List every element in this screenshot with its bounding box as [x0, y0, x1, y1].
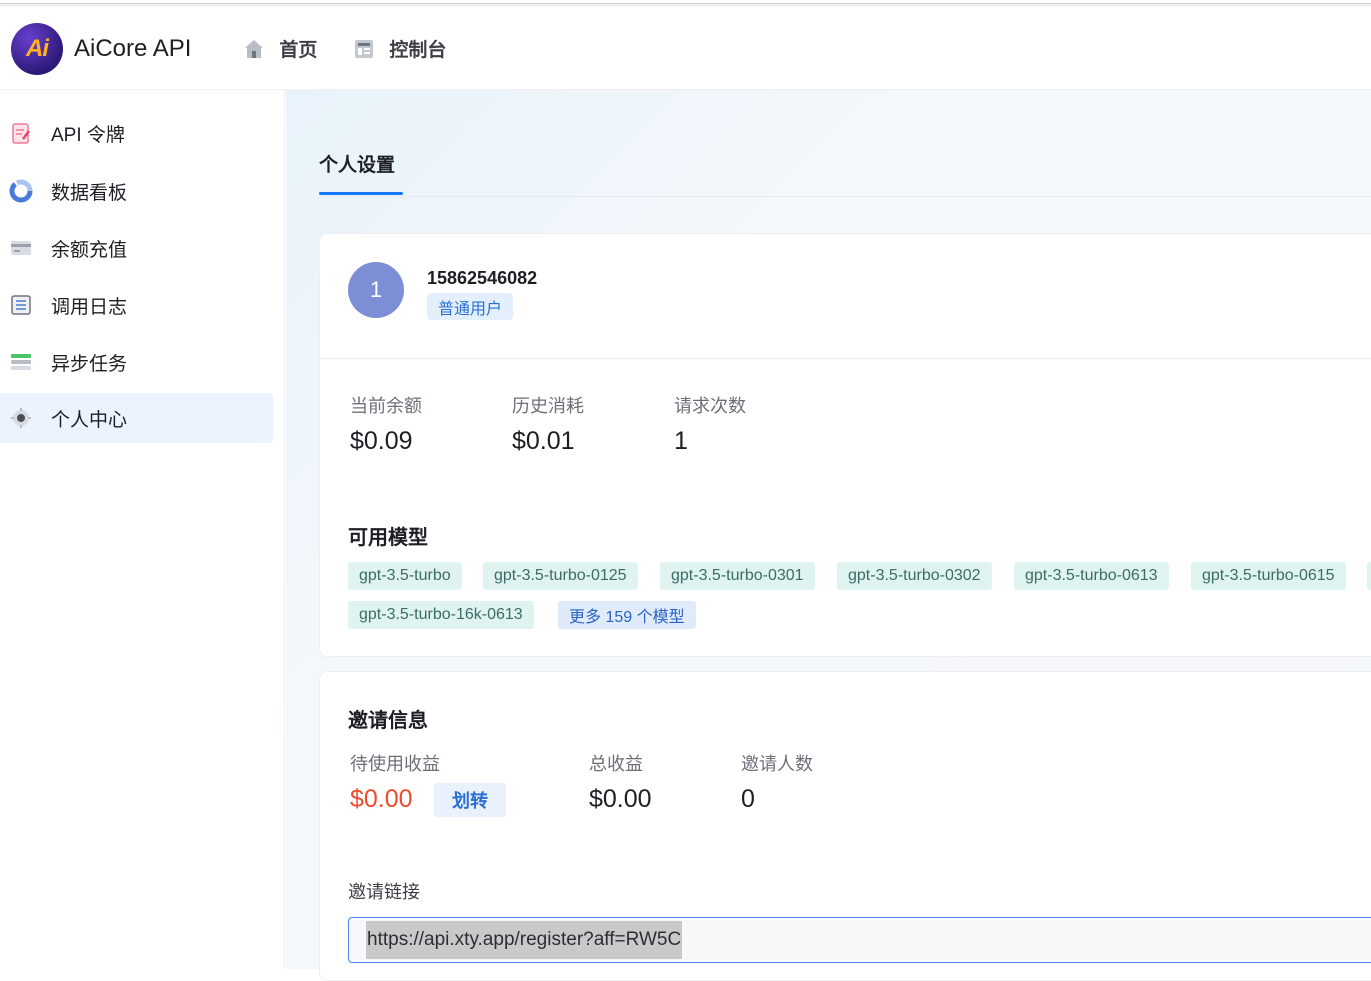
- nav-console[interactable]: 控制台: [351, 35, 446, 62]
- sidebar-item-label: 调用日志: [51, 296, 128, 318]
- tab-personal-settings[interactable]: 个人设置: [319, 150, 395, 177]
- invite-card: 邀请信息 待使用收益 $0.00 划转 总收益 $0.00 邀请人数 0 邀请链…: [319, 671, 1371, 981]
- nav-console-label: 控制台: [389, 40, 447, 61]
- log-icon: [8, 292, 34, 318]
- sidebar-item-label: 数据看板: [51, 182, 128, 204]
- role-badge: 普通用户: [427, 293, 514, 320]
- task-icon: [8, 349, 34, 375]
- stat-total-income: 总收益 $0.00: [589, 750, 652, 814]
- console-icon: [351, 36, 377, 62]
- sidebar-item-api-token[interactable]: API 令牌: [0, 108, 273, 158]
- username: 15862546082: [427, 268, 538, 288]
- home-icon: [241, 36, 267, 62]
- sidebar-item-recharge[interactable]: 余额充值: [0, 223, 273, 273]
- model-tag: gpt-3.5-turbo-0302: [837, 562, 992, 590]
- model-tag: gpt-3.5-turbo-0613: [1014, 562, 1169, 590]
- model-tag: gpt-3.5-turbo-0615: [1191, 562, 1346, 590]
- stat-value: 0: [741, 785, 755, 813]
- sidebar-item-dashboard[interactable]: 数据看板: [0, 166, 273, 216]
- models-title: 可用模型: [348, 527, 428, 549]
- stat-value: $0.00: [589, 785, 652, 813]
- sidebar-item-label: 余额充值: [51, 239, 128, 261]
- token-icon: [8, 120, 34, 146]
- stat-consumption: 历史消耗 $0.01: [512, 392, 584, 456]
- stat-label: 当前余额: [350, 396, 422, 416]
- stat-pending-income: 待使用收益 $0.00: [350, 750, 440, 814]
- invite-link-text: https://api.xty.app/register?aff=RW5C: [366, 921, 683, 959]
- stat-requests: 请求次数 1: [674, 392, 746, 456]
- model-tag: gpt-3.5-turbo-0125: [483, 562, 638, 590]
- stat-label: 待使用收益: [350, 754, 440, 774]
- stat-value: 1: [674, 427, 688, 455]
- invite-link-field[interactable]: https://api.xty.app/register?aff=RW5C: [348, 917, 1371, 963]
- brand-name[interactable]: AiCore API: [74, 35, 191, 63]
- active-tab-indicator: [319, 192, 403, 195]
- sidebar-item-profile[interactable]: 个人中心: [0, 393, 273, 443]
- model-tag: gpt-3.5-turbo-16k-0613: [348, 601, 534, 629]
- top-header: Ai AiCore API 首页 控制台: [0, 8, 1371, 90]
- main-content: 个人设置 1 15862546082 普通用户 当前余额 $0.09 历史消耗 …: [286, 90, 1371, 981]
- profile-card: 1 15862546082 普通用户 当前余额 $0.09 历史消耗 $0.01…: [319, 233, 1371, 657]
- invite-link-label: 邀请链接: [348, 882, 420, 902]
- sidebar-item-label: API 令牌: [51, 124, 125, 146]
- stat-invite-count: 邀请人数 0: [741, 750, 813, 814]
- stat-label: 历史消耗: [512, 396, 584, 416]
- profile-icon: [8, 405, 34, 431]
- brand-logo[interactable]: Ai: [11, 22, 63, 75]
- transfer-button[interactable]: 划转: [434, 783, 506, 817]
- sidebar-item-log[interactable]: 调用日志: [0, 280, 273, 330]
- stat-balance: 当前余额 $0.09: [350, 392, 422, 456]
- stat-label: 总收益: [589, 754, 643, 774]
- sidebar-item-task[interactable]: 异步任务: [0, 337, 273, 387]
- recharge-icon: [8, 235, 34, 261]
- window-top-border: [0, 3, 1371, 6]
- sidebar-item-label: 异步任务: [51, 353, 128, 375]
- invite-title: 邀请信息: [348, 710, 428, 732]
- stat-value: $0.00: [350, 785, 413, 813]
- model-tag-clipped: [1367, 562, 1371, 590]
- model-tag: gpt-3.5-turbo: [348, 562, 462, 590]
- stat-label: 请求次数: [674, 396, 746, 416]
- dashboard-icon: [8, 178, 34, 204]
- avatar: 1: [348, 262, 404, 318]
- model-tag: gpt-3.5-turbo-0301: [660, 562, 815, 590]
- card-divider: [320, 358, 1371, 359]
- logo-text: Ai: [26, 34, 49, 62]
- stat-label: 邀请人数: [741, 754, 813, 774]
- nav-home[interactable]: 首页: [241, 35, 317, 62]
- stat-value: $0.09: [350, 427, 413, 455]
- more-models-tag[interactable]: 更多 159 个模型: [558, 601, 696, 629]
- tab-divider: [319, 196, 1371, 197]
- sidebar: API 令牌 数据看板 余额充值 调用日志 异步任务 个人中心: [0, 90, 285, 969]
- stat-value: $0.01: [512, 427, 575, 455]
- sidebar-item-label: 个人中心: [51, 409, 128, 431]
- nav-home-label: 首页: [279, 40, 318, 61]
